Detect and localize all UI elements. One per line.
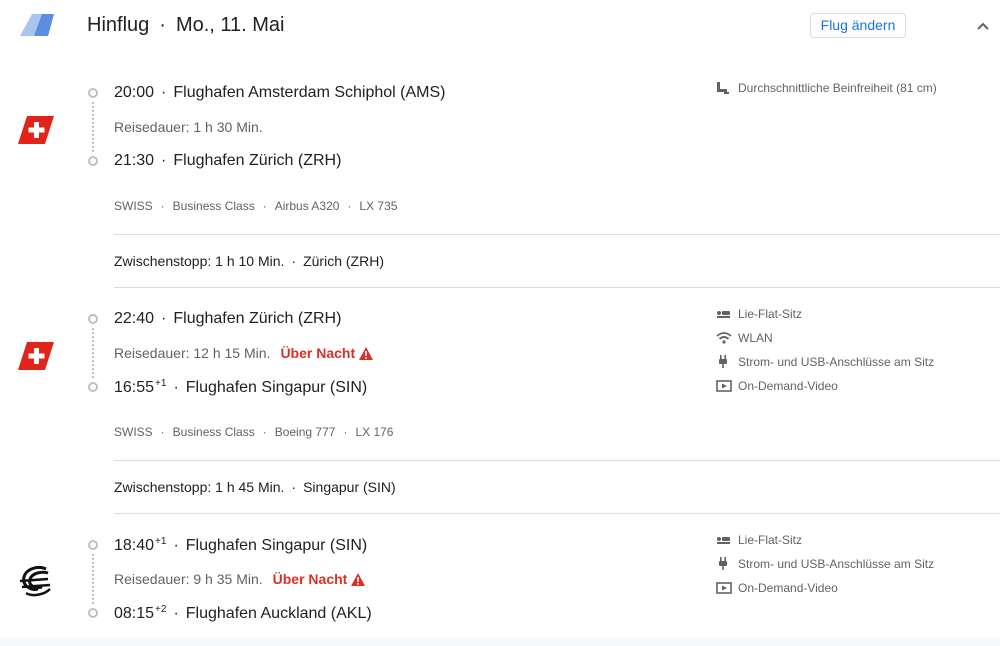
legroom-icon [717,82,729,94]
departure-marker [88,314,98,324]
collapse-chevron-up-icon[interactable] [974,17,992,35]
amenity-label: Strom- und USB-Anschlüsse am Sitz [738,355,935,369]
amenity-label: On-Demand-Video [738,379,838,393]
cabin-class: Business Class [172,199,255,213]
flight-details: SWISS · Business Class · Boeing 777 · LX 176 [114,425,394,439]
departure-marker [88,88,98,98]
layover-info: Zwischenstopp: 1 h 45 Min. · Singapur (SIN… [114,479,396,495]
arrival-marker [88,382,98,392]
arrival-info: 08:15+2 · Flughafen Auckland (AKL) [114,604,372,622]
trip-direction: Hinflug [87,14,150,36]
airline-name: SWISS [114,199,153,213]
departure-time: 22:40 [114,310,155,327]
warning-icon [351,573,366,586]
departure-marker [88,540,98,550]
cabin-class: Business Class [172,425,255,439]
arrival-airport: Flughafen Auckland (AKL) [185,605,372,622]
amenity-item: Durchschnittliche Beinfreiheit (81 cm) [716,80,976,96]
day-offset: +2 [155,604,167,615]
layover-airport: Singapur (SIN) [303,479,396,495]
swiss-logo [18,116,54,149]
video-icon [716,582,732,594]
divider [114,234,1000,235]
power-plug-icon [719,557,727,570]
amenity-item: Strom- und USB-Anschlüsse am Sitz [716,556,976,572]
flight-duration-row: Reisedauer: 12 h 15 Min. Über Nacht [114,345,374,361]
amenity-label: Durchschnittliche Beinfreiheit (81 cm) [738,81,937,95]
departure-airport: Flughafen Zürich (ZRH) [173,310,342,327]
flight-duration-row: Reisedauer: 9 h 35 Min. Über Nacht [114,571,366,587]
departure-time: 18:40 [114,537,155,554]
flight-duration: Reisedauer: 12 h 15 Min. [114,345,271,361]
swiss-logo [18,342,54,375]
amenity-label: Strom- und USB-Anschlüsse am Sitz [738,557,935,571]
arrival-info: 16:55+1 · Flughafen Singapur (SIN) [114,378,368,396]
layover-info: Zwischenstopp: 1 h 10 Min. · Zürich (ZRH) [114,253,384,269]
bottom-edge [0,637,1000,646]
arrival-time: 16:55 [114,379,155,396]
aircraft-type: Boeing 777 [274,425,336,439]
amenity-item: Lie-Flat-Sitz [716,532,976,548]
amenity-item: On-Demand-Video [716,378,976,394]
amenity-label: On-Demand-Video [738,581,838,595]
arrival-marker [88,608,98,618]
day-offset: +1 [155,536,167,547]
flight-duration: Reisedauer: 9 h 35 Min. [114,571,263,587]
divider [114,287,1000,288]
power-plug-icon [719,355,727,368]
layover-duration: Zwischenstopp: 1 h 45 Min. [114,479,285,495]
wifi-icon [716,332,732,344]
arrival-time: 21:30 [114,152,155,169]
departure-info: 22:40 · Flughafen Zürich (ZRH) [114,310,342,327]
departure-info: 18:40+1 · Flughafen Singapur (SIN) [114,536,368,554]
arrival-airport: Flughafen Zürich (ZRH) [173,152,342,169]
timeline-connector [92,554,94,604]
amenity-item: On-Demand-Video [716,580,976,596]
arrival-airport: Flughafen Singapur (SIN) [185,379,368,396]
layover-airport: Zürich (ZRH) [303,253,384,269]
lie-flat-seat-icon [717,311,730,318]
amenity-label: Lie-Flat-Sitz [738,307,803,321]
airline-name: SWISS [114,425,153,439]
arrival-info: 21:30 · Flughafen Zürich (ZRH) [114,152,342,169]
day-offset: +1 [155,378,167,389]
air-new-zealand-logo [18,563,54,604]
flight-details: SWISS · Business Class · Airbus A320 · LX 735 [114,199,398,213]
overnight-warning: Über Nacht [273,571,366,587]
video-icon [716,380,732,392]
lie-flat-seat-icon [717,537,730,544]
layover-duration: Zwischenstopp: 1 h 10 Min. [114,253,285,269]
flight-duration: Reisedauer: 1 h 30 Min. [114,119,263,135]
flight-number: LX 735 [359,199,398,213]
arrival-marker [88,156,98,166]
departure-info: 20:00 · Flughafen Amsterdam Schiphol (AMS) [114,84,446,101]
amenity-item: Lie-Flat-Sitz [716,306,976,322]
amenity-item: Strom- und USB-Anschlüsse am Sitz [716,354,976,370]
timeline-connector [92,102,94,152]
page-title: Hinflug · Mo., 11. Mai [87,14,285,36]
amenity-label: Lie-Flat-Sitz [738,533,803,547]
amenity-item: WLAN [716,330,976,346]
divider [114,460,1000,461]
airline-tail-logo [20,14,56,36]
divider [114,513,1000,514]
trip-date: Mo., 11. Mai [175,14,285,36]
flight-number: LX 176 [355,425,394,439]
change-flight-button[interactable]: Flug ändern [810,13,906,38]
departure-time: 20:00 [114,84,155,101]
overnight-warning: Über Nacht [280,345,374,361]
departure-airport: Flughafen Singapur (SIN) [185,537,368,554]
aircraft-type: Airbus A320 [274,199,340,213]
timeline-connector [92,328,94,378]
warning-icon [359,347,374,360]
departure-airport: Flughafen Amsterdam Schiphol (AMS) [173,84,446,101]
arrival-time: 08:15 [114,605,155,622]
amenity-label: WLAN [738,331,773,345]
